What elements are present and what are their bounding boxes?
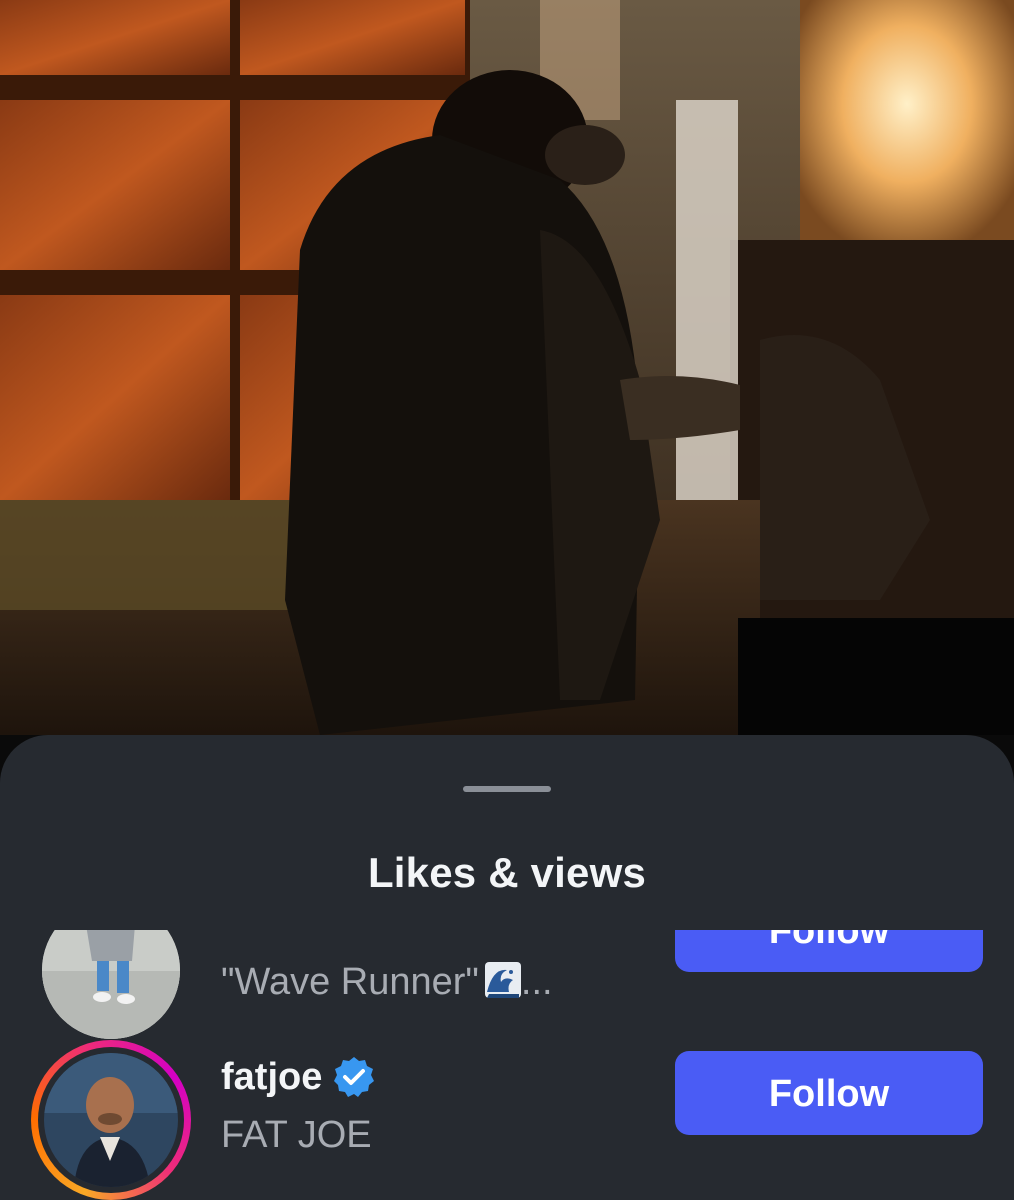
subtitle-text: "Wave Runner" bbox=[221, 961, 479, 1003]
list-item[interactable]: "Wave Runner"... Follow bbox=[0, 930, 1014, 1046]
avatar-story-ring[interactable] bbox=[31, 1040, 191, 1200]
username[interactable]: fatjoe bbox=[221, 1055, 322, 1099]
sheet-grabber[interactable] bbox=[463, 786, 551, 792]
list-item[interactable]: fatjoe FAT JOE Follow bbox=[0, 1040, 1014, 1200]
user-fullname: FAT JOE bbox=[221, 1114, 372, 1156]
subtitle-ellipsis: ... bbox=[520, 961, 553, 1003]
avatar-ring-gap bbox=[38, 1047, 184, 1193]
follow-button[interactable]: Follow bbox=[675, 1051, 983, 1135]
username-line: fatjoe bbox=[221, 1055, 376, 1099]
follow-button[interactable]: Follow bbox=[675, 930, 983, 972]
sheet-title: Likes & views bbox=[367, 849, 647, 896]
wave-emoji-icon bbox=[484, 962, 521, 998]
screen: Likes & views "Wave Runner" ... Follow f… bbox=[0, 0, 1014, 1200]
likes-views-sheet: Likes & views "Wave Runner" ... Follow f… bbox=[0, 735, 1014, 1200]
video-player[interactable] bbox=[0, 0, 1014, 735]
video-frame bbox=[0, 0, 1014, 735]
verified-badge-icon bbox=[332, 1055, 376, 1099]
avatar-photo bbox=[42, 930, 180, 1039]
avatar[interactable] bbox=[31, 930, 191, 1050]
likes-list[interactable]: "Wave Runner"... Follow fatjoe FAT JOE F… bbox=[0, 930, 1014, 1200]
avatar-photo bbox=[44, 1053, 178, 1187]
user-subtitle: "Wave Runner"... bbox=[221, 960, 553, 1004]
